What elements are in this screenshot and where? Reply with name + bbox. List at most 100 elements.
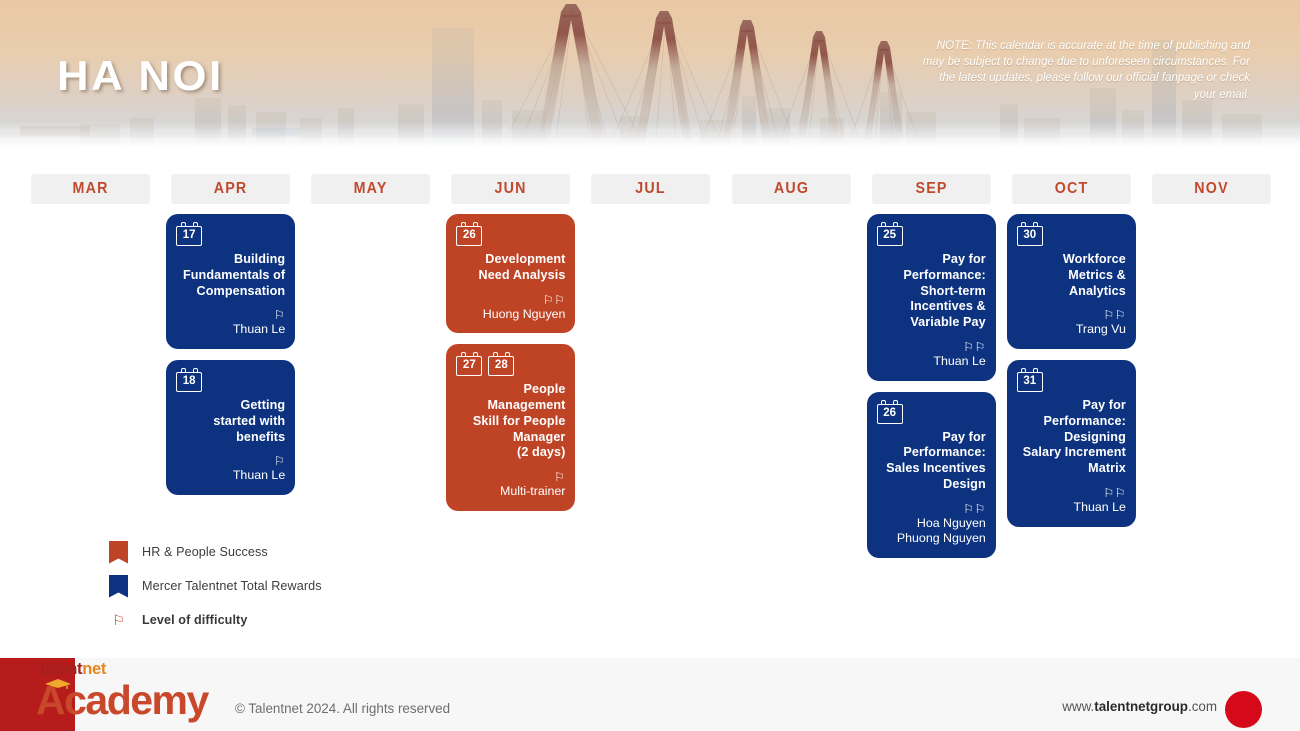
calendar-icon: 27 — [456, 352, 483, 378]
course-date-badges: 30 — [1016, 222, 1126, 248]
course-date-badges: 25 — [876, 222, 986, 248]
month-pill-may[interactable]: MAY — [311, 174, 431, 204]
month-pill-nov[interactable]: NOV — [1152, 174, 1271, 204]
difficulty-flag-icon: ⚐ — [1114, 308, 1126, 323]
month-column-jul — [586, 214, 715, 544]
month-pill-sep[interactable]: SEP — [871, 174, 991, 204]
difficulty-flag-icon: ⚐ — [1103, 308, 1115, 323]
course-card[interactable]: 26 Development Need Analysis ⚐⚐ Huong Nguye… — [446, 214, 576, 334]
month-pill-jun[interactable]: JUN — [451, 174, 571, 204]
logo-talent-text: talent — [40, 660, 83, 678]
calendar-disclaimer-note: NOTE: This calendar is accurate at the t… — [922, 40, 1250, 101]
page-title: HA NOI — [57, 52, 224, 99]
card-spacer — [176, 445, 285, 455]
difficulty-flag-icon: ⚐ — [554, 292, 566, 307]
difficulty-flag-icon: ⚐ — [963, 339, 975, 354]
course-card[interactable]: 25 Pay for Performance: Short-term Incent… — [866, 214, 996, 381]
talentnet-academy-logo: talentnet Academy — [36, 660, 209, 723]
month-pill-aug[interactable]: AUG — [731, 174, 851, 204]
month-column-sep: 25 Pay for Performance: Short-term Incent… — [866, 214, 996, 558]
course-title: Getting started with benefits — [213, 397, 286, 444]
course-card[interactable]: 26 Pay for Performance: Sales Incentives … — [866, 391, 996, 558]
url-brand: talentnetgroup — [1094, 699, 1188, 714]
month-column-oct: 30 Workforce Metrics & Analytics ⚐⚐ Trang V… — [1006, 214, 1136, 544]
legend-item-mercer-total-rewards: Mercer Talentnet Total Rewards — [109, 574, 322, 598]
course-date-badges: 26 — [876, 399, 986, 426]
card-spacer — [176, 299, 285, 309]
calendar-icon: 30 — [1016, 222, 1043, 248]
difficulty-flag-icon: ⚐ — [974, 501, 986, 516]
legend-item-hr-people-success: HR & People Success — [109, 540, 322, 564]
course-title: Pay for Performance: Sales Incentives De… — [886, 429, 986, 491]
calendar-day-number: 18 — [176, 371, 203, 392]
difficulty-flag-icon: ⚐ — [974, 339, 986, 354]
difficulty-flags: ⚐ — [176, 309, 285, 321]
calendar-day-number: 28 — [488, 356, 515, 377]
course-date-badges: 27 28 — [456, 352, 565, 378]
calendar-day-number: 30 — [1016, 226, 1043, 246]
url-suffix: .com — [1187, 699, 1217, 714]
difficulty-flags: ⚐⚐ — [1017, 487, 1126, 499]
legend-label-mercer-total-rewards: Mercer Talentnet Total Rewards — [142, 579, 322, 593]
academy-text: Academy — [36, 677, 209, 723]
calendar-page: HA NOI NOTE: This calendar is accurate a… — [0, 0, 1300, 731]
legend-label-difficulty: Level of difficulty — [142, 613, 248, 627]
course-card[interactable]: 17 Building Fundamentals of Compensation ⚐… — [166, 214, 296, 349]
difficulty-flag-icon: ⚐ — [963, 501, 975, 516]
month-column-jun: 26 Development Need Analysis ⚐⚐ Huong Nguye… — [446, 214, 576, 544]
calendar-icon: 31 — [1016, 367, 1043, 394]
calendar-day-number: 26 — [456, 226, 483, 246]
course-trainer: Trang Vu — [1075, 322, 1126, 337]
hero-banner: HA NOI NOTE: This calendar is accurate a… — [0, 0, 1300, 147]
card-spacer — [456, 461, 565, 471]
footer: talentnet Academy © Talentnet 2024. All … — [0, 658, 1300, 731]
logo-net-text: net — [82, 660, 107, 678]
website-url[interactable]: www.talentnetgroup.com — [1062, 699, 1217, 714]
legend-swatch-blue-icon — [109, 574, 128, 598]
footer-red-circle-icon — [1225, 691, 1262, 728]
course-title: Building Fundamentals of Compensation — [182, 252, 286, 298]
calendar-icon: 26 — [456, 222, 483, 248]
course-title: Pay for Performance: Designing Salary In… — [1022, 397, 1126, 476]
legend-item-difficulty: ⚐ Level of difficulty — [109, 608, 322, 632]
course-title: People Management Skill for People Manag… — [472, 382, 566, 460]
difficulty-flags: ⚐⚐ — [456, 294, 565, 306]
calendar-icon: 25 — [876, 222, 903, 248]
difficulty-flag-icon: ⚐ — [1114, 485, 1126, 500]
difficulty-flags: ⚐ — [456, 471, 565, 483]
course-card[interactable]: 18 Getting started with benefits ⚐ Thuan Le — [166, 359, 296, 495]
course-date-badges: 17 — [176, 222, 285, 248]
difficulty-flags: ⚐ — [176, 455, 285, 467]
calendar-icon: 17 — [176, 222, 203, 248]
month-column-apr: 17 Building Fundamentals of Compensation ⚐… — [166, 214, 296, 544]
calendar-day-number: 27 — [456, 356, 483, 377]
course-calendar-grid: 17 Building Fundamentals of Compensation ⚐… — [26, 214, 1276, 558]
calendar-day-number: 26 — [876, 403, 903, 424]
course-card[interactable]: 31 Pay for Performance: Designing Salary … — [1006, 359, 1136, 527]
course-trainer: Hoa Nguyen Phuong Nguyen — [896, 515, 986, 546]
month-pill-oct[interactable]: OCT — [1011, 174, 1131, 204]
hero-bottom-fade — [0, 121, 1300, 147]
course-trainer: Thuan Le — [232, 322, 286, 337]
difficulty-flags: ⚐⚐ — [877, 503, 986, 515]
calendar-icon: 26 — [876, 399, 903, 426]
month-pill-jul[interactable]: JUL — [591, 174, 711, 204]
difficulty-flag-icon: ⚐ — [273, 308, 286, 323]
course-card[interactable]: 30 Workforce Metrics & Analytics ⚐⚐ Trang V… — [1006, 214, 1136, 349]
difficulty-flag-icon: ⚐ — [554, 470, 566, 485]
calendar-icon: 18 — [176, 367, 203, 394]
difficulty-flag-icon: ⚐ — [1103, 485, 1115, 500]
legend-swatch-orange-icon — [109, 540, 128, 564]
course-trainer: Thuan Le — [933, 353, 986, 368]
course-card[interactable]: 27 28 People Management Skill for People M… — [446, 344, 576, 511]
calendar-day-number: 31 — [1016, 371, 1043, 392]
month-column-mar — [26, 214, 155, 544]
difficulty-flags: ⚐⚐ — [1017, 309, 1126, 321]
course-trainer: Huong Nguyen — [482, 306, 566, 321]
calendar-icon: 28 — [488, 352, 515, 378]
month-pill-apr[interactable]: APR — [171, 174, 291, 204]
month-column-may — [306, 214, 435, 544]
month-pill-mar[interactable]: MAR — [31, 174, 150, 204]
course-title: Pay for Performance: Short-term Incentiv… — [903, 252, 986, 330]
legend: HR & People Success Mercer Talentnet Tot… — [109, 540, 322, 642]
